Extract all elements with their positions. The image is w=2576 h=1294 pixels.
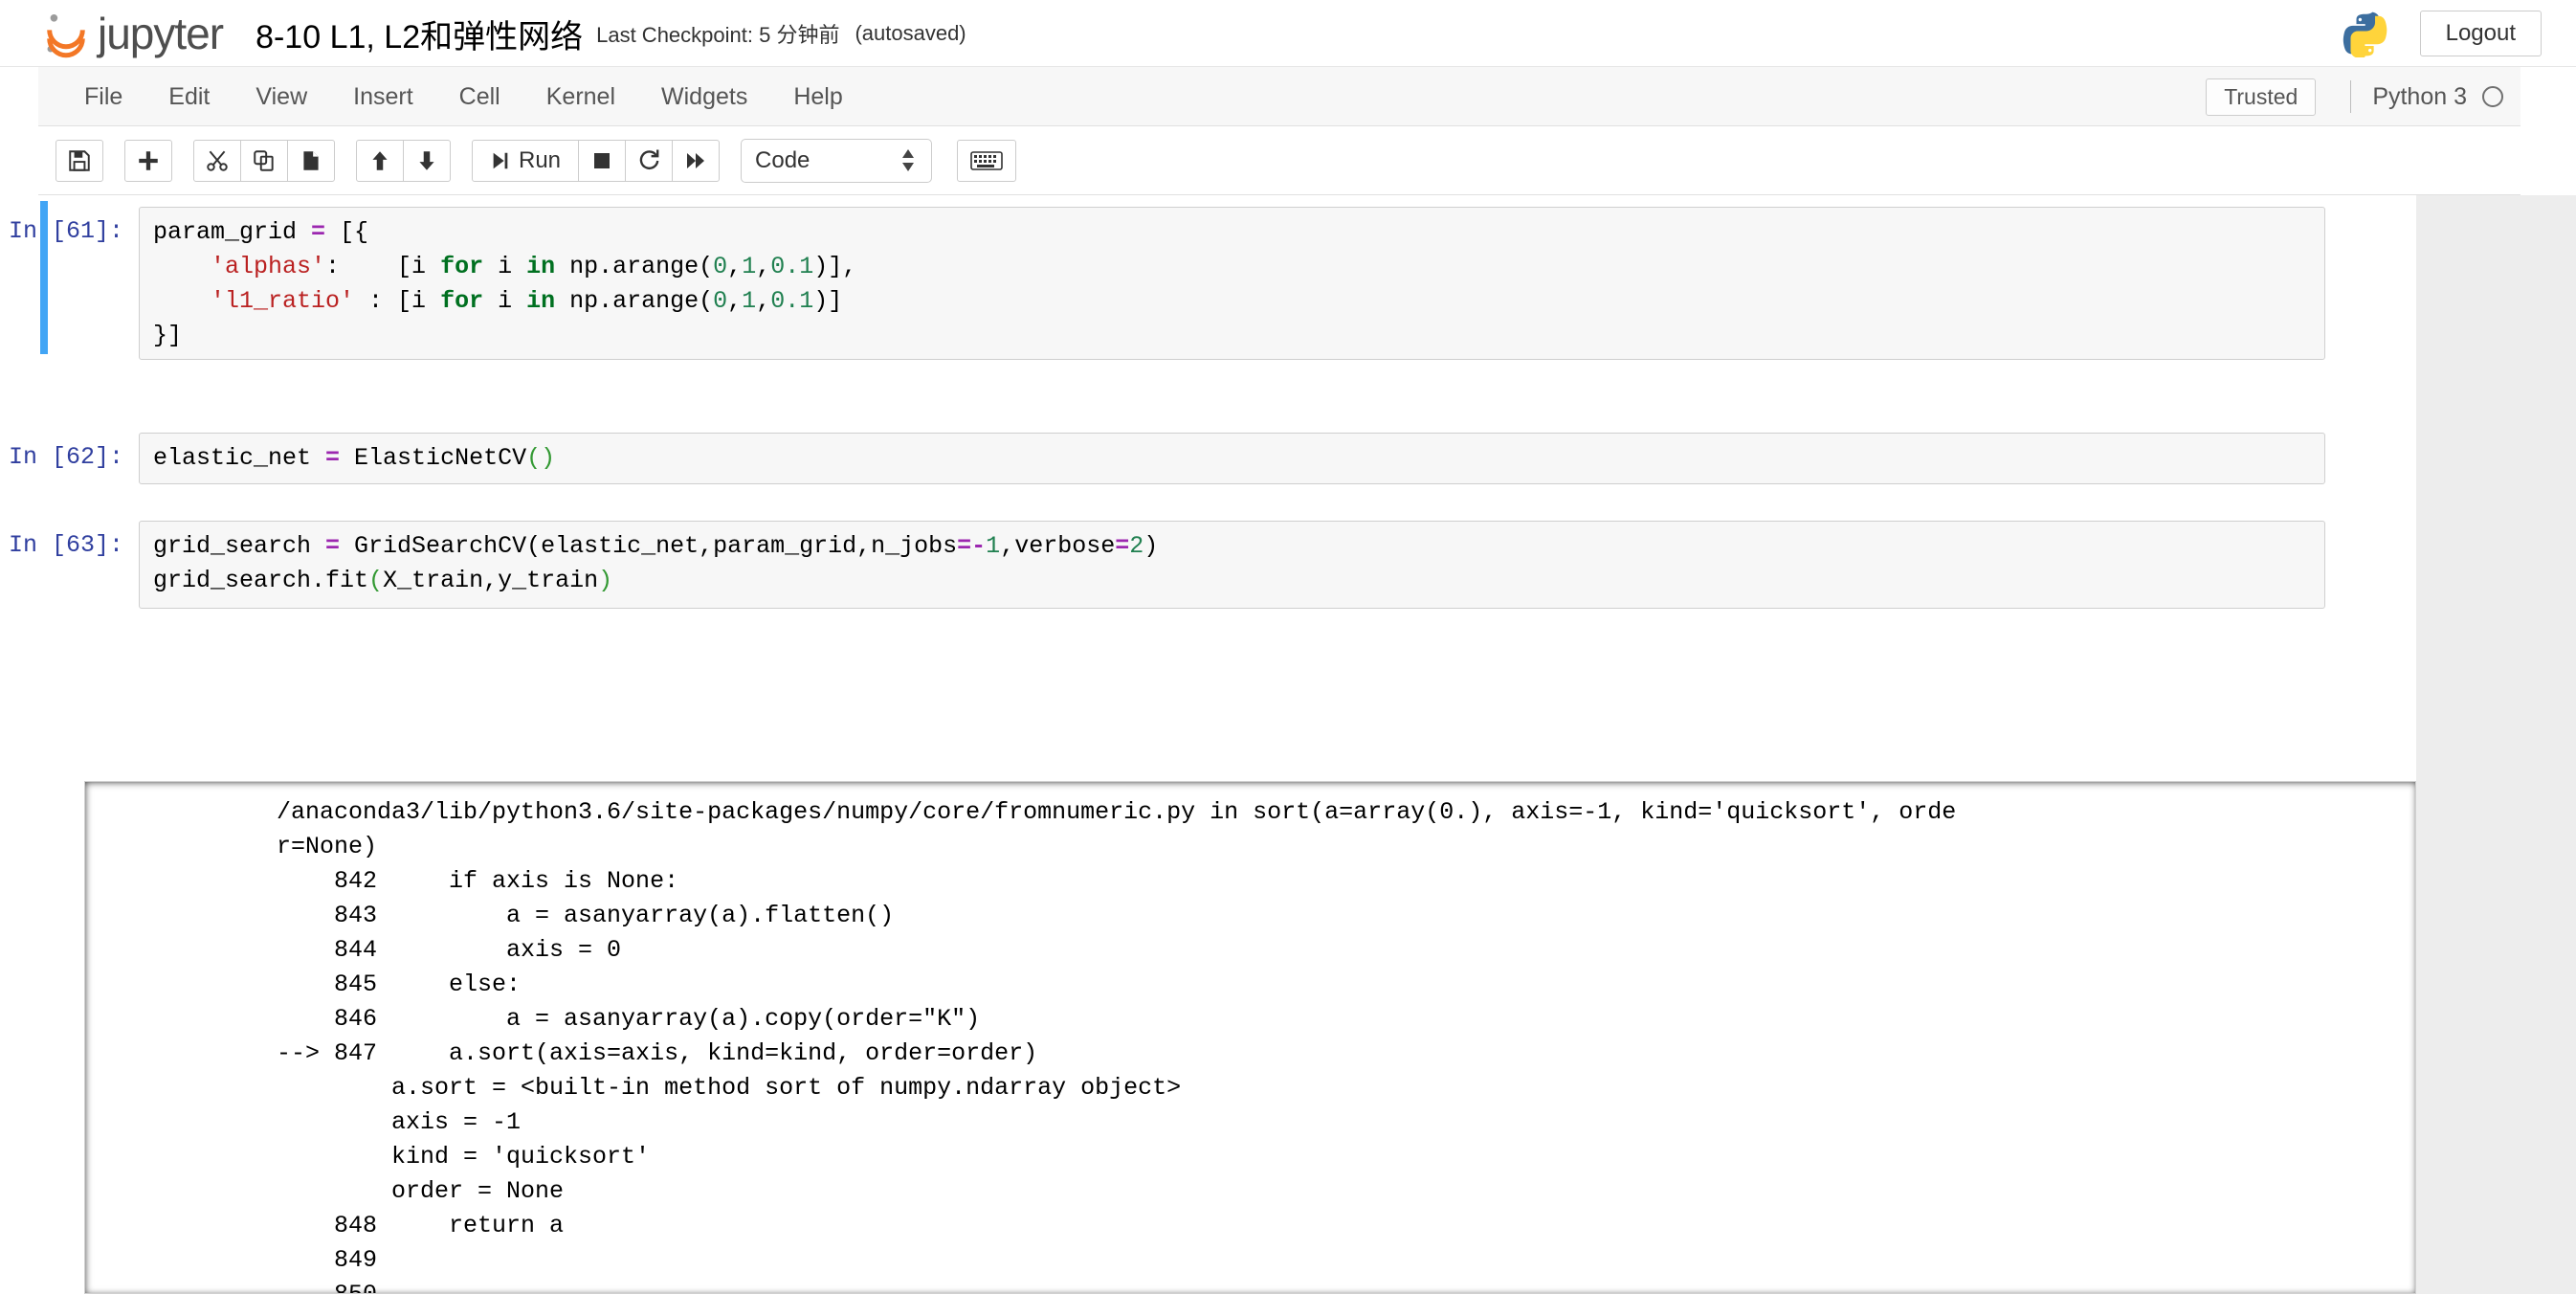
menu-item-file[interactable]: File — [61, 67, 145, 126]
page-background-left — [0, 195, 38, 1294]
run-icon — [490, 150, 511, 171]
menu-item-widgets[interactable]: Widgets — [638, 67, 770, 126]
jupyter-logo-icon[interactable] — [40, 8, 92, 59]
cell-type-select[interactable]: Code — [741, 138, 933, 183]
arrow-up-icon — [367, 148, 392, 173]
copy-icon — [252, 148, 277, 173]
python-logo-icon — [2340, 10, 2387, 58]
menu-item-edit[interactable]: Edit — [145, 67, 233, 126]
scissors-icon — [205, 148, 230, 173]
copy-cell-button[interactable] — [240, 139, 288, 182]
cell-input-61[interactable]: param_grid = [{ 'alphas': [i for i in np… — [139, 207, 2325, 360]
toolbar-group-clipboard — [193, 139, 335, 182]
save-button[interactable] — [56, 139, 103, 182]
fast-forward-icon — [684, 149, 707, 172]
cell-type-value: Code — [755, 146, 811, 173]
selected-cell-bar — [40, 201, 48, 354]
run-button[interactable]: Run — [472, 139, 580, 182]
logout-button[interactable]: Logout — [2419, 11, 2542, 56]
header-left-group: jupyter 8-10 L1, L2和弹性网络 Last Checkpoint… — [40, 0, 966, 67]
cell-input-62[interactable]: elastic_net = ElasticNetCV() — [139, 433, 2325, 484]
code-cell-61[interactable]: In [61]: param_grid = [{ 'alphas': [i fo… — [0, 201, 2364, 360]
traceback-text: /anaconda3/lib/python3.6/site-packages/n… — [277, 798, 1957, 1293]
code-cell-63[interactable]: In [63]: grid_search = GridSearchCV(elas… — [0, 521, 2364, 609]
toolbar-group-palette — [957, 139, 1017, 182]
notebook-body: In [61]: param_grid = [{ 'alphas': [i fo… — [0, 195, 2576, 1294]
toolbar-group-run: Run — [472, 139, 721, 182]
header-right-group: Logout — [2340, 0, 2542, 67]
keyboard-icon — [970, 150, 1003, 171]
restart-circular-arrow-icon — [636, 148, 661, 173]
floppy-disk-icon — [67, 148, 92, 173]
cut-cell-button[interactable] — [193, 139, 241, 182]
toolbar-group-save — [56, 139, 103, 182]
menu-bar-right-group: Trusted Python 3 — [2206, 67, 2503, 126]
cell-prompt-62: In [62]: — [8, 443, 123, 471]
menu-item-insert[interactable]: Insert — [330, 67, 436, 126]
menu-bar: File Edit View Insert Cell Kernel Widget… — [38, 67, 2520, 126]
stop-square-icon — [590, 149, 613, 172]
move-cell-down-button[interactable] — [403, 139, 451, 182]
notebook-title[interactable]: 8-10 L1, L2和弹性网络 — [255, 11, 583, 57]
arrow-down-icon — [414, 148, 439, 173]
plus-icon — [136, 148, 161, 173]
restart-run-all-button[interactable] — [672, 139, 721, 182]
trusted-badge[interactable]: Trusted — [2206, 78, 2317, 116]
command-palette-button[interactable] — [957, 139, 1017, 182]
paste-cell-button[interactable] — [287, 139, 335, 182]
run-button-label: Run — [519, 146, 562, 173]
cell-prompt-61: In [61]: — [8, 217, 123, 245]
interrupt-kernel-button[interactable] — [578, 139, 627, 182]
menu-item-help[interactable]: Help — [770, 67, 865, 126]
restart-kernel-button[interactable] — [625, 139, 674, 182]
kernel-separator — [2350, 80, 2352, 113]
code-cell-62[interactable]: In [62]: elastic_net = ElasticNetCV() — [0, 433, 2364, 484]
insert-cell-button[interactable] — [124, 139, 172, 182]
move-cell-up-button[interactable] — [356, 139, 404, 182]
toolbar-group-insert — [124, 139, 172, 182]
chevron-updown-icon — [900, 149, 916, 171]
page-background-right — [2416, 195, 2576, 1294]
paste-icon — [299, 148, 323, 173]
jupyter-wordmark[interactable]: jupyter — [98, 8, 224, 59]
menu-item-view[interactable]: View — [233, 67, 330, 126]
notebook-header: jupyter 8-10 L1, L2和弹性网络 Last Checkpoint… — [0, 0, 2576, 67]
last-checkpoint-label: Last Checkpoint: 5 分钟前 — [596, 23, 840, 47]
menu-items-group: File Edit View Insert Cell Kernel Widget… — [61, 67, 866, 126]
cell-input-63[interactable]: grid_search = GridSearchCV(elastic_net,p… — [139, 521, 2325, 609]
cell-output-scroll-area[interactable]: /anaconda3/lib/python3.6/site-packages/n… — [84, 781, 2416, 1294]
menu-item-kernel[interactable]: Kernel — [523, 67, 638, 126]
notebook-toolbar: Run Code — [38, 126, 2520, 195]
menu-item-cell[interactable]: Cell — [436, 67, 523, 126]
kernel-idle-circle-icon[interactable] — [2482, 86, 2503, 107]
autosaved-label: (autosaved) — [855, 21, 966, 45]
toolbar-group-move — [356, 139, 451, 182]
cell-prompt-63: In [63]: — [8, 531, 123, 559]
kernel-name-label: Python 3 — [2372, 82, 2467, 110]
